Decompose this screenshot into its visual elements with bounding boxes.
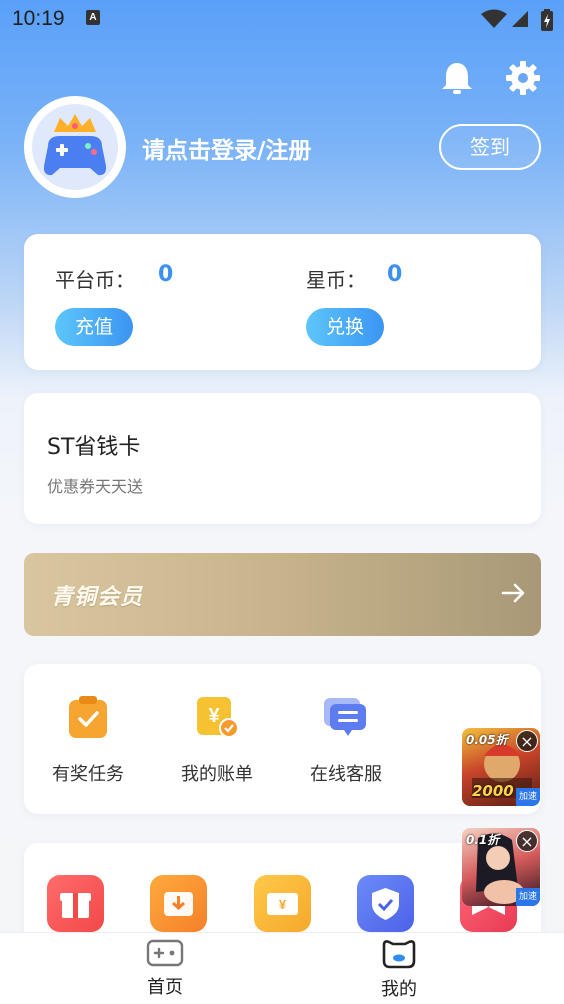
bill-icon: ¥: [197, 697, 239, 738]
close-icon[interactable]: ×: [516, 830, 538, 852]
floating-ad-2[interactable]: 0.1折 加速 ×: [462, 828, 540, 906]
tool-bill[interactable]: ¥ 我的账单: [162, 694, 272, 786]
savings-card-title: ST省钱卡: [47, 435, 141, 460]
profile-face-icon: [382, 940, 416, 969]
membership-label: 青铜会员: [51, 585, 144, 610]
notification-icon: A: [86, 10, 100, 25]
tool-task-label: 有奖任务: [52, 764, 124, 785]
tab-home-label: 首页: [147, 977, 183, 998]
membership-banner[interactable]: 青铜会员: [24, 553, 541, 636]
svg-text:¥: ¥: [208, 705, 220, 727]
tool-bill-label: 我的账单: [181, 764, 253, 785]
avatar[interactable]: [24, 96, 126, 198]
status-bar: 10:19 A: [0, 0, 564, 38]
ad-boost-badge: 加速: [516, 788, 540, 806]
star-coin-label: 星币：: [306, 268, 366, 292]
savings-card[interactable]: ST省钱卡 优惠券天天送: [24, 393, 541, 524]
ad-boost-badge: 加速: [516, 888, 540, 906]
gamepad-crown-icon: [43, 114, 107, 176]
star-coin-value: 0: [387, 262, 403, 287]
exchange-button[interactable]: 兑换: [306, 308, 384, 346]
tab-home[interactable]: 首页: [115, 939, 215, 999]
savings-card-subtitle: 优惠券天天送: [47, 477, 144, 496]
gift-icon[interactable]: [47, 875, 104, 932]
gamepad-icon: [146, 939, 184, 967]
ad-amount: 2000: [472, 782, 514, 800]
floating-ad-1[interactable]: 0.05折 2000 加速 ×: [462, 728, 540, 806]
bell-icon[interactable]: [439, 60, 475, 96]
customer-service-icon: [324, 698, 366, 736]
tool-service-label: 在线客服: [310, 764, 382, 785]
tab-mine-label: 我的: [381, 979, 417, 1000]
svg-text:¥: ¥: [279, 897, 287, 912]
wallet-card: 平台币： 0 星币： 0 充值 兑换: [24, 234, 541, 370]
coupon-icon[interactable]: ¥: [254, 875, 311, 932]
sign-in-button[interactable]: 签到: [439, 124, 541, 170]
wifi-icon: [481, 9, 507, 28]
status-time: 10:19: [12, 7, 65, 30]
avatar-image: [32, 104, 118, 190]
arrow-right-icon: [501, 583, 525, 603]
ad-discount-tag: 0.05折: [466, 733, 508, 747]
cellular-icon: [512, 11, 528, 27]
recharge-button[interactable]: 充值: [55, 308, 133, 346]
tab-mine[interactable]: 我的: [349, 939, 449, 1001]
platform-coin-value: 0: [158, 262, 174, 287]
download-icon[interactable]: [150, 875, 207, 932]
login-register-link[interactable]: 请点击登录/注册: [142, 131, 311, 165]
ad-discount-tag: 0.1折: [466, 833, 500, 847]
battery-icon: [541, 9, 553, 31]
tool-service[interactable]: 在线客服: [291, 694, 401, 786]
tool-task[interactable]: 有奖任务: [33, 694, 143, 786]
bottom-tab-bar: 首页 我的: [0, 932, 564, 1004]
gear-icon[interactable]: [505, 60, 541, 96]
task-clipboard-icon: [69, 696, 107, 738]
shield-icon[interactable]: [357, 875, 414, 932]
platform-coin-label: 平台币：: [55, 268, 135, 292]
close-icon[interactable]: ×: [516, 730, 538, 752]
